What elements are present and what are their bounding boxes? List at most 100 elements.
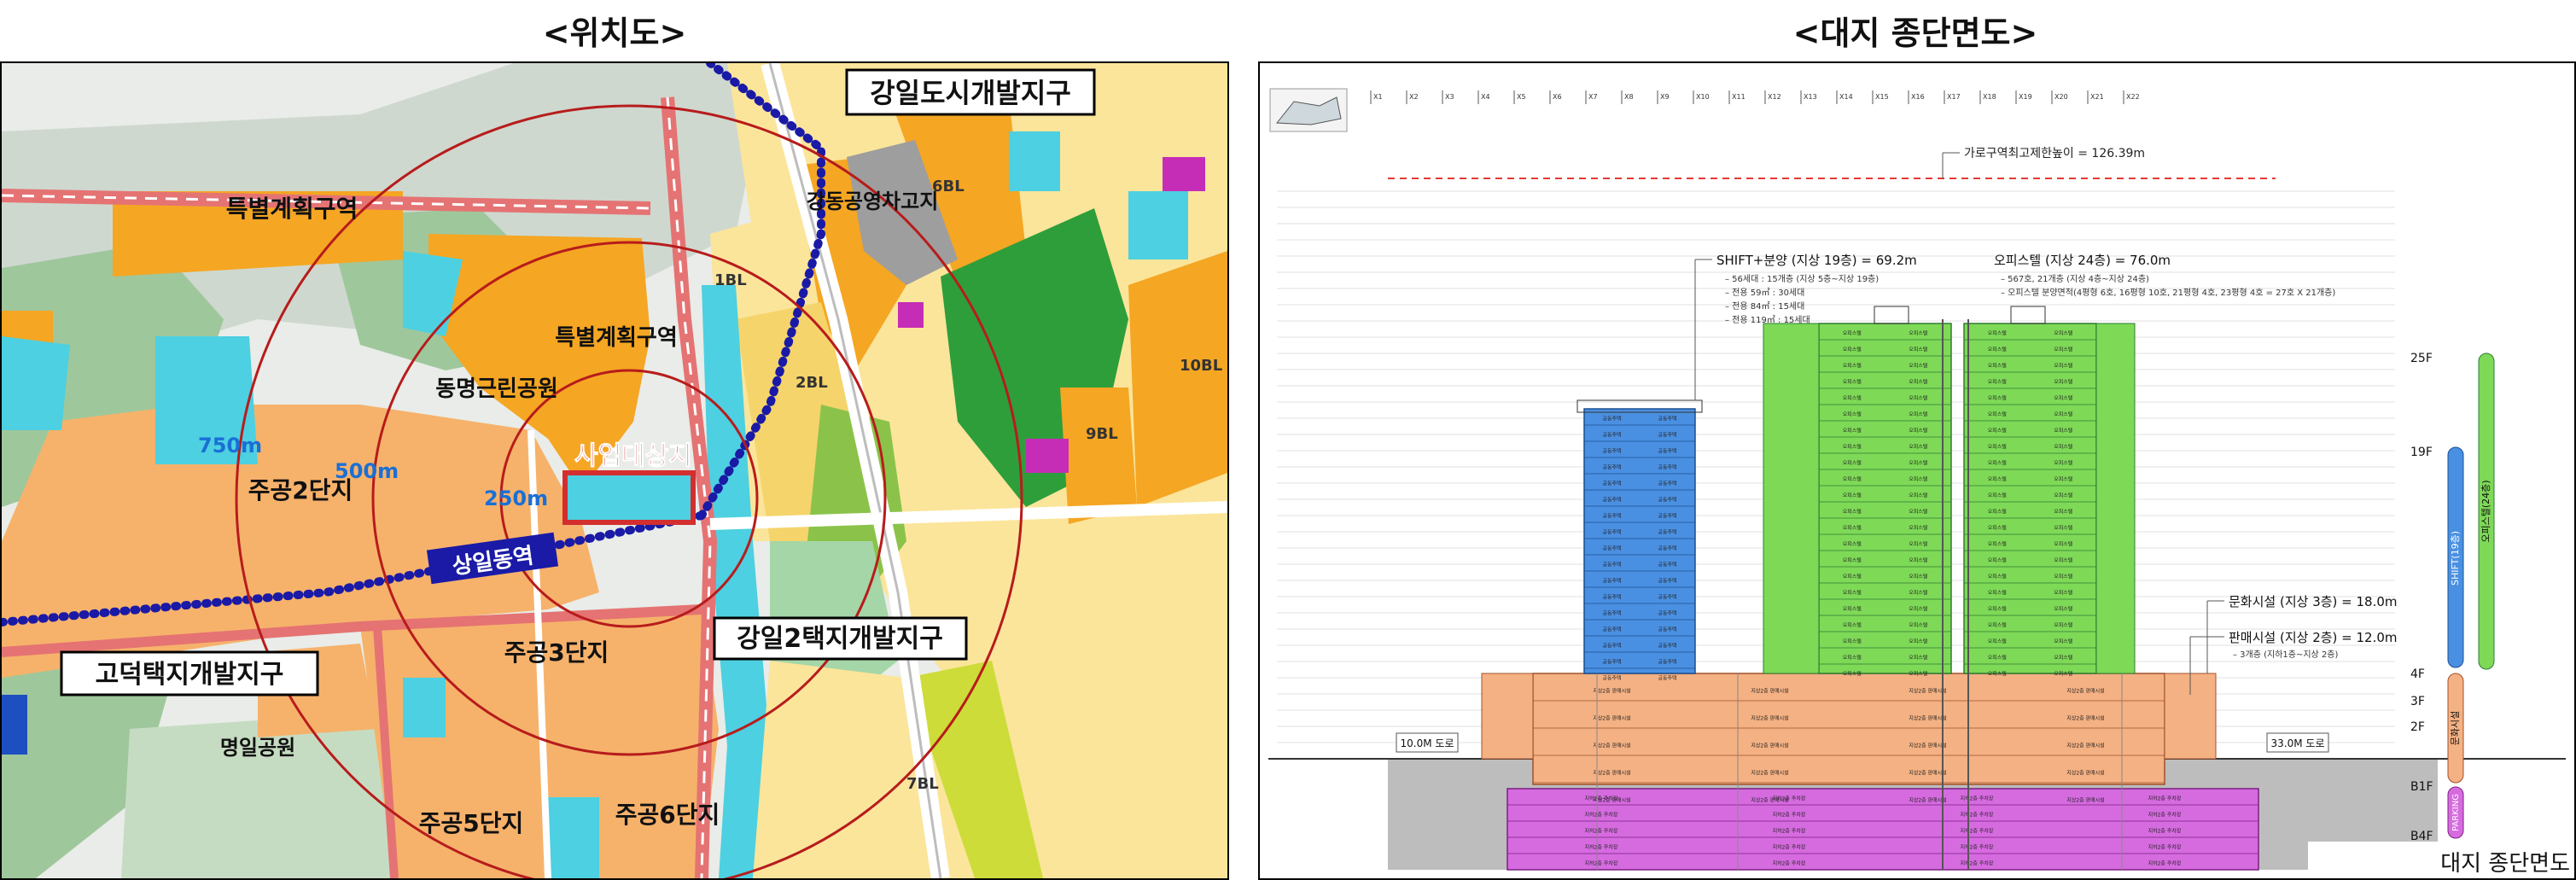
unit-label: 지상2층 판매시설 (1909, 687, 1946, 694)
unit-label: 지하2층 주차장 (2148, 795, 2182, 801)
unit-label: 지하2층 주차장 (2148, 811, 2182, 818)
shift-note: – 전용 59㎡ : 30세대 (1725, 288, 1804, 298)
unit-label: 지하2층 주차장 (2148, 860, 2182, 866)
unit-label: 오피스텔 (1988, 670, 2008, 677)
unit-label: 공동주택 (1658, 416, 1676, 422)
svg-text:25F: 25F (2410, 352, 2433, 365)
unit-label: 오피스텔 (1909, 329, 1928, 336)
unit-label: 공동주택 (1602, 448, 1621, 454)
unit-label: 지하2층 주차장 (2148, 827, 2182, 834)
gangil-urban-label: 강일도시개발지구 (845, 68, 1096, 116)
svg-text:B1F: B1F (2410, 780, 2433, 794)
unit-label: 오피스텔 (1909, 621, 1928, 628)
unit-label: 공동주택 (1658, 626, 1676, 632)
unit-label: 오피스텔 (1988, 443, 2008, 450)
unit-label: 오피스텔 (1909, 589, 1928, 596)
unit-label: 오피스텔 (1909, 540, 1928, 547)
unit-label: 오피스텔 (2054, 475, 2073, 482)
unit-label: 공동주택 (1602, 416, 1621, 422)
grid-label: X12 (1768, 93, 1781, 101)
garage-label: 강동공영차고지 (807, 189, 939, 213)
unit-label: 오피스텔 (1988, 573, 2008, 580)
unit-label: 오피스텔 (1909, 492, 1928, 498)
unit-label: 지상2층 판매시설 (1751, 796, 1788, 803)
grid-label: X20 (2054, 93, 2068, 101)
grid-label: X6 (1553, 93, 1562, 101)
unit-label: 공동주택 (1602, 659, 1621, 665)
unit-label: 지상2층 판매시설 (1909, 769, 1946, 776)
unit-label: 오피스텔 (1843, 411, 1862, 417)
unit-label: 오피스텔 (2054, 362, 2073, 369)
unit-label: 공동주택 (1602, 513, 1621, 519)
office-tower-left (1818, 323, 1952, 674)
unit-label: 공동주택 (1602, 481, 1621, 487)
unit-label: 지하2층 주차장 (1773, 843, 1806, 850)
unit-label: 오피스텔 (1843, 378, 1862, 385)
svg-text:문화시설: 문화시설 (2450, 711, 2461, 745)
location-map-title: <위치도> (542, 15, 687, 52)
office-tower-right (1963, 323, 2097, 674)
unit-label: 공동주택 (1602, 626, 1621, 632)
unit-label: 오피스텔 (2054, 394, 2073, 401)
side-bar-shift: SHIFT(19층) (2447, 446, 2464, 668)
unit-label: 오피스텔 (1988, 394, 2008, 401)
unit-label: 공동주택 (1602, 643, 1621, 649)
grid-label: X21 (2090, 93, 2104, 101)
unit-label: 오피스텔 (1988, 605, 2008, 612)
unit-label: 공동주택 (1658, 594, 1676, 600)
unit-label: 지하2층 주차장 (1585, 811, 1618, 818)
unit-label: 공동주택 (1658, 432, 1676, 438)
unit-label: 지하2층 주차장 (1773, 827, 1806, 834)
grid-label: X1 (1373, 93, 1383, 101)
unit-label: 지상2층 판매시설 (1593, 687, 1630, 694)
unit-label: 지하2층 주차장 (1961, 811, 1994, 818)
unit-label: 지상2층 판매시설 (2066, 796, 2104, 803)
unit-label: 공동주택 (1658, 464, 1676, 470)
road-right-label: 33.0M 도로 (2266, 732, 2329, 753)
unit-label: 지상2층 판매시설 (2066, 742, 2104, 749)
grid-label: X17 (1947, 93, 1961, 101)
unit-label: 오피스텔 (2054, 459, 2073, 466)
unit-label: 오피스텔 (1843, 362, 1862, 369)
office-label: 오피스텔 (지상 24층) = 76.0m (1994, 253, 2171, 268)
unit-label: 오피스텔 (1988, 427, 2008, 434)
unit-label: 오피스텔 (1909, 508, 1928, 515)
unit-label: 공동주택 (1658, 578, 1676, 584)
unit-label: 오피스텔 (2054, 605, 2073, 612)
culture-label: 문화시설 (지상 3층) = 18.0m (2229, 594, 2398, 609)
grid-label: X15 (1875, 93, 1889, 101)
unit-label: 오피스텔 (1988, 329, 2008, 336)
block-label: 2BL (796, 374, 828, 392)
unit-label: 지하2층 주차장 (1961, 843, 1994, 850)
shift-note: – 전용 119㎡ : 15세대 (1725, 315, 1810, 325)
unit-label: 오피스텔 (1909, 605, 1928, 612)
grid-label: X11 (1732, 93, 1746, 101)
unit-label: 오피스텔 (2054, 670, 2073, 677)
unit-label: 공동주택 (1658, 659, 1676, 665)
unit-label: 공동주택 (1658, 497, 1676, 503)
park-label: 명일공원 (220, 736, 295, 760)
godeok-label: 고덕택지개발지구 (60, 650, 319, 696)
water-area (2, 336, 70, 430)
unit-label: 지상2층 판매시설 (1751, 769, 1788, 776)
unit-label: 오피스텔 (1843, 524, 1862, 531)
unit-label: 지상2층 판매시설 (1593, 796, 1630, 803)
grid-label: X4 (1481, 93, 1490, 101)
grid-label: X22 (2126, 93, 2140, 101)
unit-label: 오피스텔 (1988, 524, 2008, 531)
special-zone-label: 특별계획구역 (226, 195, 358, 223)
side-bar-parking: PARKING (2447, 786, 2464, 839)
unit-label: 오피스텔 (1988, 621, 2008, 628)
unit-label: 오피스텔 (2054, 557, 2073, 563)
unit-label: 오피스텔 (1843, 492, 1862, 498)
unit-label: 지하2층 주차장 (1961, 860, 1994, 866)
unit-label: 오피스텔 (1843, 427, 1862, 434)
complex-label: 주공6단지 (615, 801, 720, 829)
unit-label: 오피스텔 (1988, 540, 2008, 547)
unit-label: 공동주택 (1658, 513, 1676, 519)
unit-label: 지하2층 주차장 (1961, 827, 1994, 834)
unit-label: 오피스텔 (1843, 540, 1862, 547)
site-section-drawing: X1 X2 X3 X4 X5 X6 X7 X8 X9 X10 X11 X12 X13 X14 X15 X16 X… (1258, 61, 2576, 880)
unit-label: 오피스텔 (1909, 394, 1928, 401)
unit-label: 오피스텔 (1909, 362, 1928, 369)
